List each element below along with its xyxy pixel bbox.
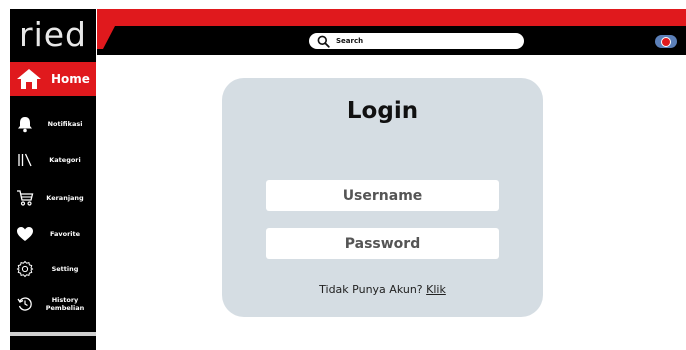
sidebar-item-notifikasi[interactable]: Notifikasi xyxy=(10,109,96,139)
home-icon xyxy=(17,69,41,89)
signup-prompt-text: Tidak Punya Akun? xyxy=(319,283,423,296)
sidebar-item-label: Setting xyxy=(51,265,79,273)
sidebar-item-kategori[interactable]: Kategori xyxy=(10,145,96,175)
sidebar-item-keranjang[interactable]: Keranjang xyxy=(10,183,96,213)
search-bar[interactable]: Search xyxy=(309,33,524,49)
signup-prompt: Tidak Punya Akun? Klik xyxy=(222,283,543,296)
sidebar-divider xyxy=(10,332,96,336)
sidebar-item-label: Keranjang xyxy=(46,194,84,202)
bell-icon xyxy=(14,113,36,135)
books-icon xyxy=(14,149,36,171)
search-label: Search xyxy=(336,37,364,45)
cart-icon xyxy=(14,187,36,209)
sidebar-item-label: Favorite xyxy=(49,230,81,238)
header-red-slant xyxy=(97,9,115,49)
gear-icon xyxy=(14,258,36,280)
sidebar-item-home[interactable]: Home xyxy=(10,62,96,96)
sidebar-item-label: Kategori xyxy=(49,156,81,164)
top-bar: Search xyxy=(0,0,686,55)
sidebar-item-favorite[interactable]: Favorite xyxy=(10,219,96,249)
password-field[interactable]: Password xyxy=(266,228,499,259)
history-icon xyxy=(14,293,36,315)
user-icon xyxy=(661,36,671,47)
sidebar: ried Home Notifikasi Kategori Keranjang … xyxy=(10,9,96,350)
logo-text: ried xyxy=(19,14,87,54)
login-card: Login Username Password Tidak Punya Akun… xyxy=(222,78,543,317)
sidebar-item-setting[interactable]: Setting xyxy=(10,254,96,284)
search-icon xyxy=(317,35,330,48)
signup-link[interactable]: Klik xyxy=(426,283,446,296)
page-title: Login xyxy=(346,98,419,124)
sidebar-item-label: History Pembelian xyxy=(45,296,85,312)
heart-icon xyxy=(14,223,36,245)
logo[interactable]: ried xyxy=(10,9,96,59)
sidebar-item-home-label: Home xyxy=(51,72,90,86)
header-red-band xyxy=(99,9,686,26)
sidebar-item-label: Notifikasi xyxy=(47,120,83,128)
username-field[interactable]: Username xyxy=(266,180,499,211)
user-avatar-button[interactable] xyxy=(655,35,677,48)
sidebar-item-history-pembelian[interactable]: History Pembelian xyxy=(10,289,96,319)
